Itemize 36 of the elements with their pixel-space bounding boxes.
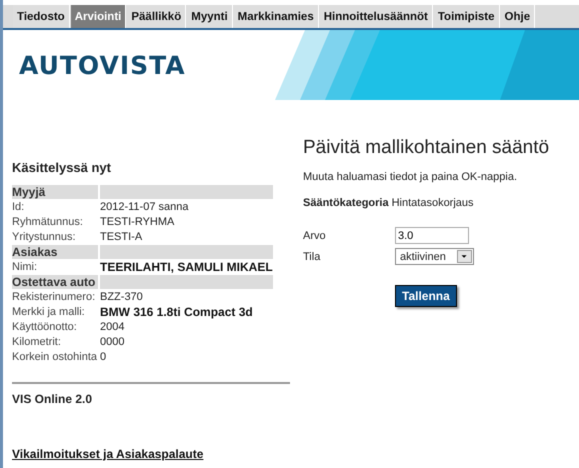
field-label: Merkki ja malli: [12,305,86,319]
section-heading: Asiakas [12,245,100,259]
field-value: BZZ-370 [100,290,144,304]
field-value: 0 [100,350,108,364]
category-value: Hintatasokorjaus [392,197,474,209]
field-value: 2004 [100,320,126,334]
status-dropdown[interactable]: aktiivinen [395,248,474,265]
field-label: Käyttöönotto: [12,320,78,334]
category-label: Sääntökategoria [303,197,389,209]
field-label: Id: [12,200,26,214]
field-value: 2012-11-07 sanna [100,200,190,214]
menu-tab[interactable]: Arviointi [70,5,126,28]
field-label: Rekisterinumero: [12,290,96,304]
feedback-link[interactable]: Vikailmoitukset ja Asiakaspalaute [12,447,290,461]
field-value: TEERILAHTI, SAMULI MIKAEL [100,260,273,274]
field-value: 0000 [100,335,126,349]
section-heading: Ostettava auto [12,275,100,289]
field-label: Ryhmätunnus: [12,215,84,229]
field-label: Tila [303,250,322,262]
field-value: TESTI-RYHMA [100,215,176,229]
field-label: Kilometrit: [12,335,62,349]
version-text: VIS Online 2.0 [12,392,94,406]
save-button[interactable]: Tallenna [395,285,457,307]
instruction-text: Muuta haluamasi tiedot ja paina OK-nappia. [303,171,518,183]
logo: AUTOVISTA [19,50,186,80]
field-value: TESTI-A [100,230,144,244]
form-title: Päivitä mallikohtainen sääntö [303,137,550,159]
field-label: Nimi: [12,260,38,274]
dropdown-caret-icon [457,250,472,263]
value-input[interactable]: 3.0 [395,227,469,244]
sidebar-title: Käsittelyssä nyt [12,160,112,175]
field-label: Arvo [303,230,327,242]
field-label: Yritystunnus: [12,230,77,244]
field-label: Korkein ostohinta [12,350,98,364]
field-value: BMW 316 1.8ti Compact 3d [100,305,254,319]
section-heading: Myyjä [12,185,100,199]
